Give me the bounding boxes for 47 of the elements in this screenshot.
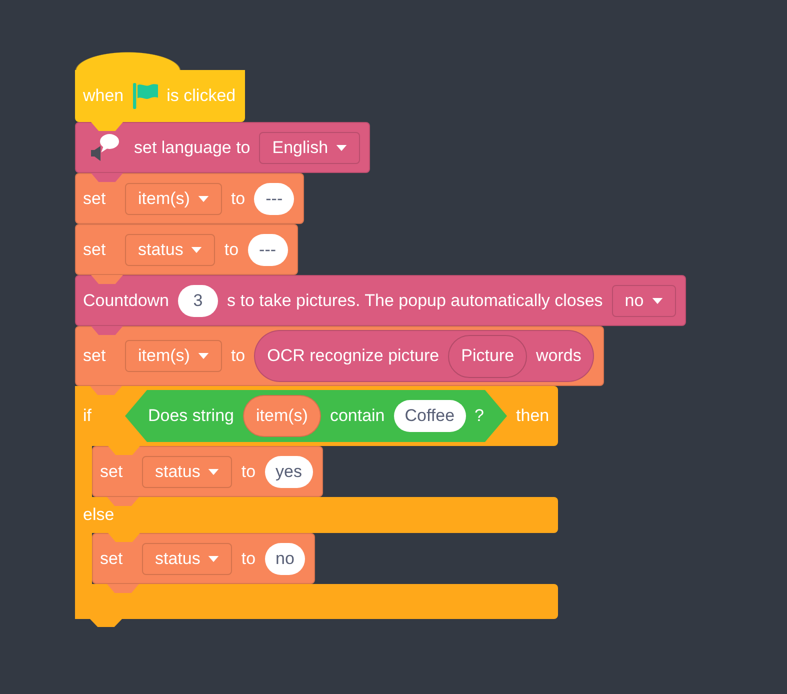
block-label: when: [83, 86, 124, 106]
block-label: then: [516, 406, 550, 426]
block-label: set: [100, 462, 124, 482]
block-label: if: [83, 406, 92, 426]
block-label: to: [241, 462, 256, 482]
input-field[interactable]: yes: [264, 456, 314, 488]
block-label: set language to: [134, 138, 250, 158]
block-label: set: [83, 240, 107, 260]
dropdown-field[interactable]: status: [142, 542, 232, 574]
speaker-bubble-icon: [91, 134, 119, 161]
block-label: contain: [330, 406, 385, 426]
flag-icon: [132, 83, 158, 109]
block-label: Countdown: [83, 290, 170, 310]
input-field[interactable]: 3: [178, 284, 218, 316]
caret-icon: [208, 468, 220, 474]
block-label: words: [536, 346, 582, 366]
dropdown-field[interactable]: item(s): [125, 182, 222, 214]
block-label: OCR recognize picture: [267, 346, 440, 366]
block-label: to: [230, 346, 246, 366]
caret-icon: [191, 246, 202, 252]
block-label: Does string: [148, 406, 234, 426]
block-label: is clicked: [166, 86, 236, 106]
block-label: set: [83, 188, 107, 208]
block-label: set: [100, 548, 124, 568]
block-label: else: [83, 505, 114, 525]
block-label: item(s): [256, 406, 308, 426]
caret-icon: [336, 144, 348, 150]
dropdown-field[interactable]: no: [612, 284, 676, 316]
dropdown-field[interactable]: status: [142, 456, 232, 488]
caret-icon: [652, 298, 663, 304]
menu-field[interactable]: Picture: [448, 334, 528, 378]
input-field[interactable]: no: [264, 542, 306, 574]
block-label: to: [230, 188, 246, 208]
block-label: to: [224, 240, 239, 260]
block-label: s to take pictures. The popup automatically closes: [227, 290, 603, 310]
input-field[interactable]: ---: [248, 234, 288, 266]
caret-icon: [198, 353, 209, 359]
input-field[interactable]: ---: [254, 182, 294, 214]
dropdown-field[interactable]: status: [125, 234, 216, 266]
caret-icon: [208, 556, 220, 562]
block-label: to: [241, 548, 256, 568]
block-label: set: [83, 346, 107, 366]
input-field[interactable]: Coffee: [394, 400, 466, 432]
dropdown-field[interactable]: English: [259, 132, 360, 164]
block-label: ?: [474, 406, 484, 426]
caret-icon: [198, 196, 209, 202]
dropdown-field[interactable]: item(s): [125, 340, 222, 372]
